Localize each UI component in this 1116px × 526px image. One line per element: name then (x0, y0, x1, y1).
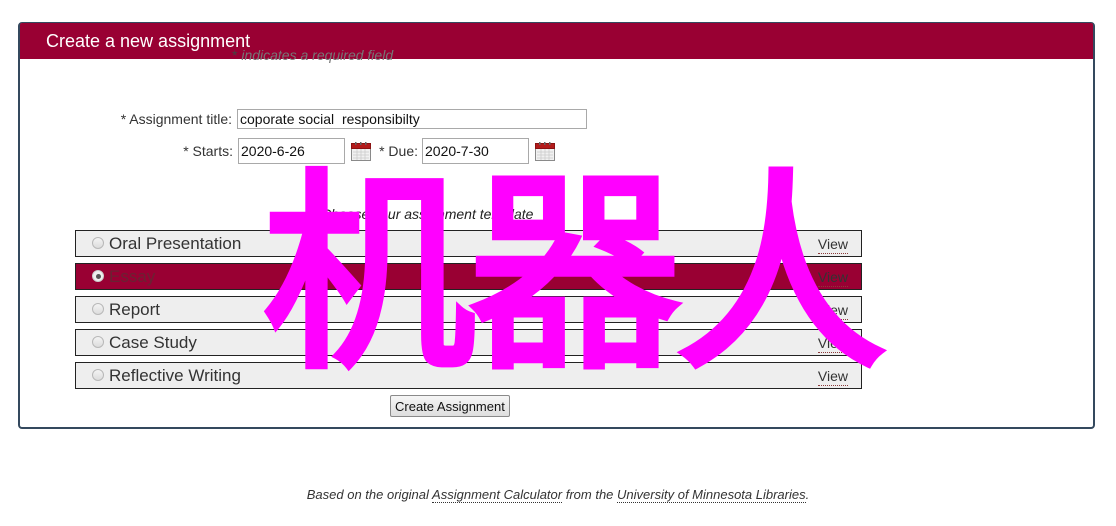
footer-suffix: . (805, 487, 810, 502)
create-assignment-button[interactable]: Create Assignment (390, 395, 510, 417)
template-row-oral-presentation[interactable]: Oral Presentation View (75, 230, 862, 257)
template-row-case-study[interactable]: Case Study View (75, 329, 862, 356)
view-link[interactable]: View (817, 268, 848, 287)
due-date-input[interactable] (422, 138, 529, 164)
due-label: * Due: (379, 143, 418, 159)
radio-button[interactable] (92, 303, 104, 315)
radio-button[interactable] (92, 336, 104, 348)
start-calendar-icon[interactable] (351, 142, 371, 161)
assignment-title-input[interactable] (237, 109, 587, 129)
due-calendar-icon[interactable] (535, 142, 555, 161)
required-note-text: indicates a required field (237, 47, 394, 63)
start-date-input[interactable] (238, 138, 345, 164)
template-name: Essay (109, 267, 156, 286)
starts-label: * Starts: (183, 143, 233, 159)
footer-prefix: Based on the original (306, 487, 433, 502)
view-link[interactable]: View (817, 367, 848, 386)
template-name: Case Study (109, 333, 197, 352)
radio-button-selected[interactable] (92, 270, 104, 282)
panel-title: Create a new assignment (20, 23, 1093, 59)
template-list: Oral Presentation View Essay View Report… (75, 230, 862, 395)
template-name: Report (109, 300, 161, 319)
footer-credit: Based on the original Assignment Calcula… (0, 487, 1116, 503)
required-field-note: * indicates a required field (232, 47, 393, 63)
template-row-report[interactable]: Report View (75, 296, 862, 323)
view-link[interactable]: View (817, 235, 848, 254)
view-link[interactable]: View (817, 301, 848, 320)
template-name: Oral Presentation (109, 234, 242, 253)
template-row-essay[interactable]: Essay View (75, 263, 862, 290)
assignment-title-label: * Assignment title: (120, 111, 232, 127)
assignment-calculator-link[interactable]: Assignment Calculator (432, 487, 563, 503)
footer-middle: from the (562, 487, 618, 502)
radio-button[interactable] (92, 237, 104, 249)
template-row-reflective-writing[interactable]: Reflective Writing View (75, 362, 862, 389)
template-instruction: Choose your assignment template (321, 206, 534, 222)
university-of-minnesota-libraries-link[interactable]: University of Minnesota Libraries (617, 487, 806, 503)
view-link[interactable]: View (817, 334, 848, 353)
radio-button[interactable] (92, 369, 104, 381)
template-name: Reflective Writing (109, 366, 241, 385)
